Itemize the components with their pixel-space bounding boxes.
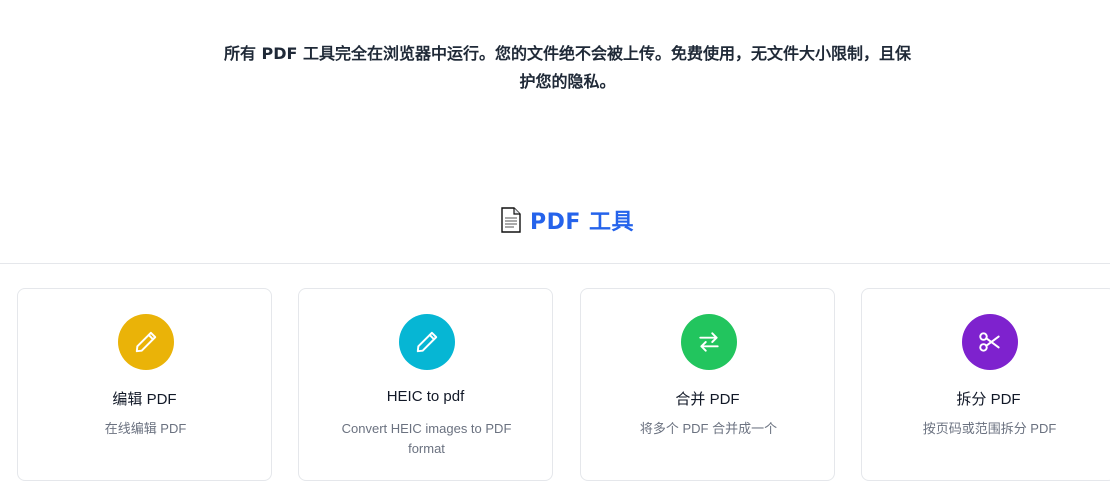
tool-card-split-pdf[interactable]: 拆分 PDF 按页码或范围拆分 PDF [861, 288, 1110, 481]
document-icon [501, 207, 521, 233]
tool-icon-circle [962, 314, 1018, 370]
tool-card-merge-pdf[interactable]: 合并 PDF 将多个 PDF 合并成一个 [580, 288, 835, 481]
tool-description: Convert HEIC images to PDF format [341, 421, 512, 456]
pdf-tools-page: 所有 PDF 工具完全在浏览器中运行。您的文件绝不会被上传。免费使用，无文件大小… [0, 0, 1110, 496]
tool-description: 将多个 PDF 合并成一个 [639, 421, 778, 436]
tool-title: 拆分 PDF [956, 391, 1021, 408]
section-title: PDF 工具 [529, 210, 635, 235]
intro-text: 所有 PDF 工具完全在浏览器中运行。您的文件绝不会被上传。免费使用，无文件大小… [180, 40, 955, 96]
tool-card-heic-to-pdf[interactable]: HEIC to pdf Convert HEIC images to PDF f… [298, 288, 553, 481]
tool-title: 合并 PDF [675, 391, 740, 408]
divider [0, 263, 1110, 264]
tool-icon-circle [681, 314, 737, 370]
tool-title: HEIC to pdf [386, 388, 465, 405]
arrows-swap-icon [699, 332, 719, 352]
intro-line-2: 护您的隐私。 [519, 72, 616, 91]
pencil-icon [416, 331, 438, 353]
tool-card-edit-pdf[interactable]: 编辑 PDF 在线编辑 PDF [17, 288, 272, 481]
section-heading: PDF 工具 [0, 204, 1110, 236]
intro-line-1: 所有 PDF 工具完全在浏览器中运行。您的文件绝不会被上传。免费使用，无文件大小… [223, 44, 912, 63]
scissors-icon [979, 332, 1000, 352]
tool-description: 按页码或范围拆分 PDF [922, 421, 1057, 436]
tool-description: 在线编辑 PDF [104, 421, 187, 436]
pencil-icon [135, 331, 157, 353]
tool-icon-circle [118, 314, 174, 370]
tool-title: 编辑 PDF [112, 391, 177, 408]
tool-icon-circle [399, 314, 455, 370]
